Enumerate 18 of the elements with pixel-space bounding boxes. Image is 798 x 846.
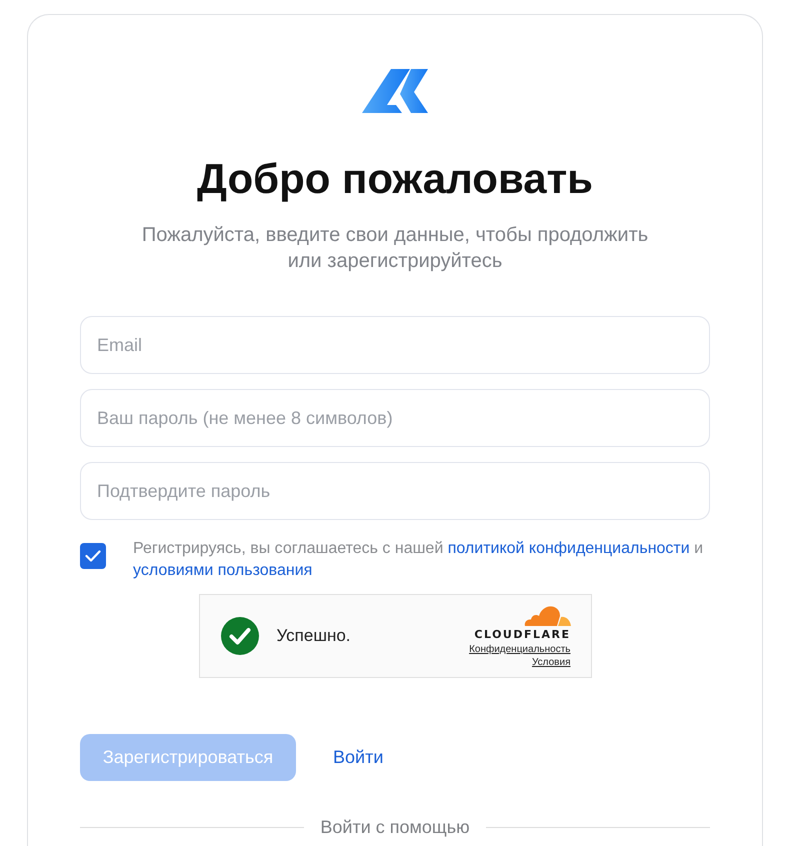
input-field[interactable]: Email	[80, 316, 710, 374]
login-link[interactable]: Войти	[333, 744, 384, 771]
captcha-link[interactable]: Условия	[532, 656, 570, 668]
input-field[interactable]: Ваш пароль (не менее 8 символов)	[80, 389, 710, 447]
policy-link[interactable]: политикой конфиденциальности	[448, 540, 690, 557]
brand-wordmark: CLOUDFLARE	[474, 628, 570, 640]
captcha-link[interactable]: Конфиденциальность	[469, 642, 570, 656]
policy-link[interactable]: условиями пользования	[133, 562, 312, 579]
consent-checkbox[interactable]	[80, 543, 106, 569]
subtitle: Пожалуйста, введите свои данные, чтобы продолжить или зарегистрируйтесь	[140, 223, 650, 274]
captcha-status: Успешно.	[276, 625, 351, 648]
checkmark-icon	[85, 550, 101, 562]
consent-text: Регистрируясь, вы соглашаетесь с нашей политикой конфиденциальности и условиями пользования	[133, 539, 704, 581]
input-field[interactable]: Подтвердите пароль	[80, 462, 710, 520]
logo-icon	[362, 69, 428, 113]
divider-label: Войти с помощью	[320, 816, 470, 839]
cloud-icon	[522, 604, 570, 626]
page-title: Добро пожаловать	[197, 154, 593, 204]
